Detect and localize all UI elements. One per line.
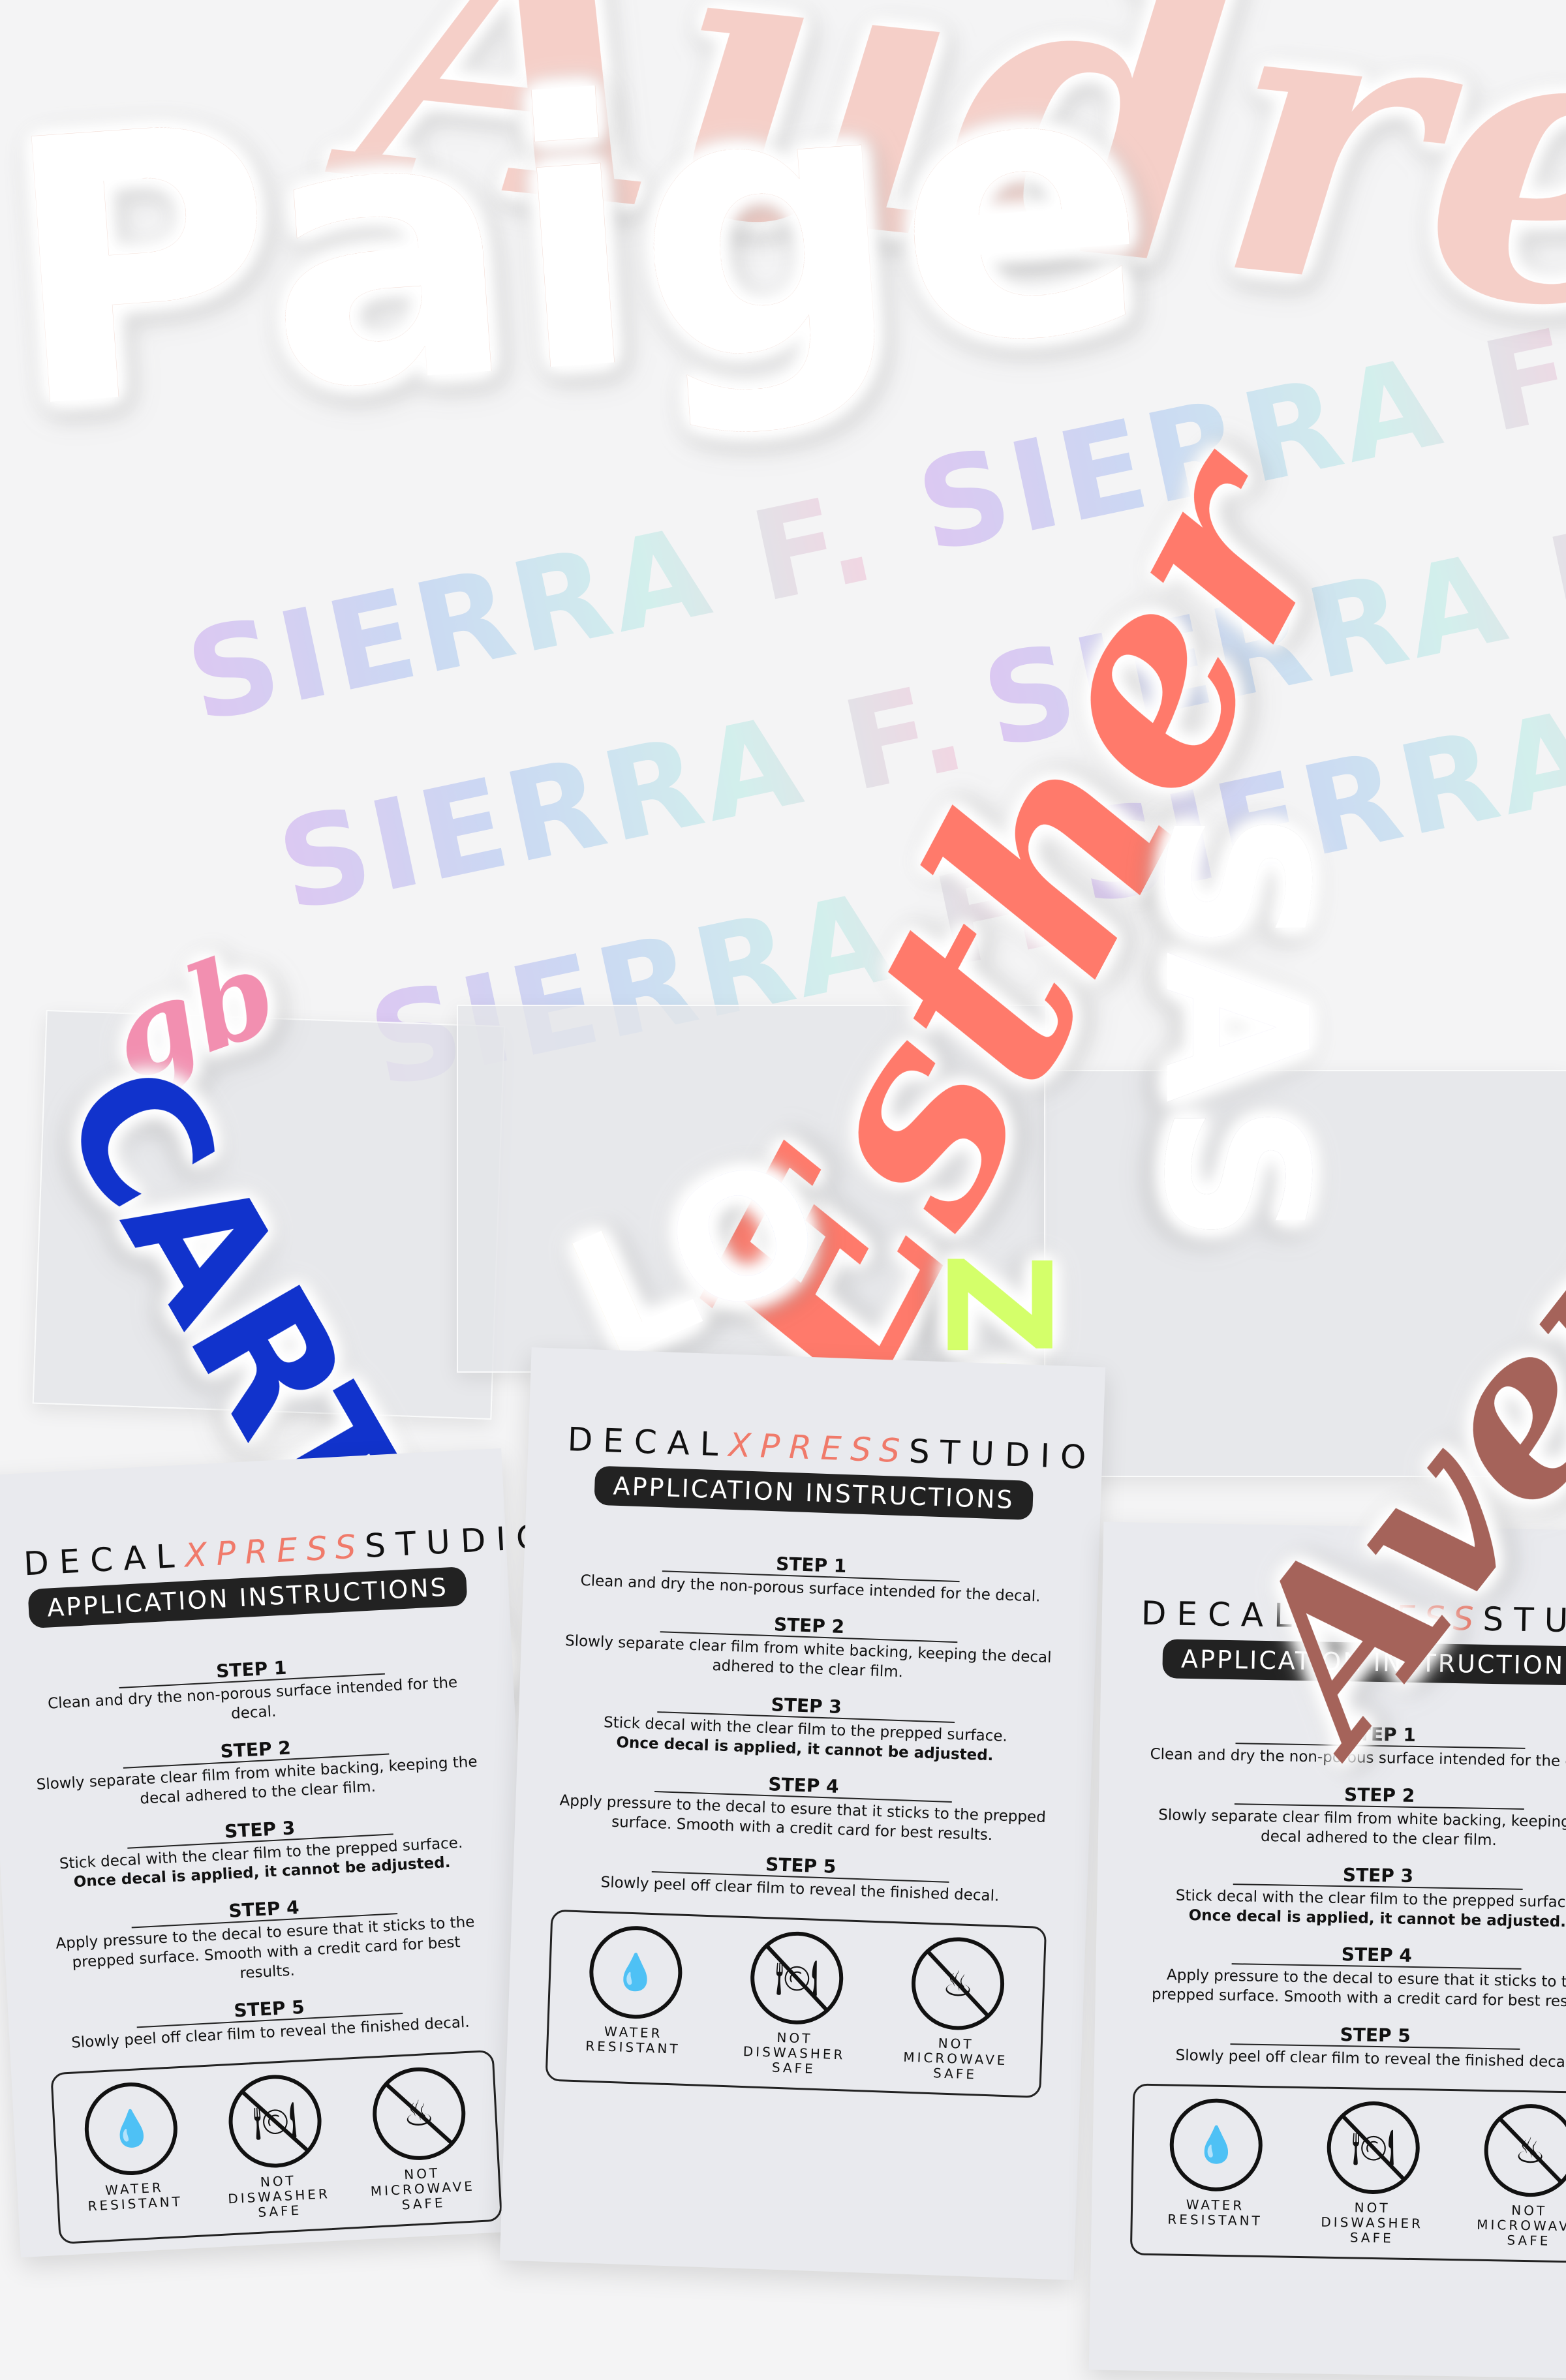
step-text: Slowly separate clear film from white ba… <box>1137 1805 1566 1853</box>
brand-decal: DECAL <box>22 1536 186 1583</box>
steps-list: STEP 1 Clean and dry the non-porous surfa… <box>1133 1720 1566 2074</box>
steps-list: STEP 1 Clean and dry the non-porous surfa… <box>552 1546 1060 1908</box>
step-text: Slowly peel off clear film to reveal the… <box>1133 2046 1566 2074</box>
care-icon-item: 🍽 NOT DISWASHER SAFE <box>714 1929 878 2079</box>
care-icon-label: NOT MICROWAVE SAFE <box>1477 2202 1566 2249</box>
brand-studio: STUDIO <box>908 1432 1098 1477</box>
step-text-body: Apply pressure to the decal to esure tha… <box>55 1914 475 1983</box>
care-icon-item: 🍽 NOT DISWASHER SAFE <box>202 2071 352 2223</box>
care-icon-item: ♨ NOT MICROWAVE SAFE <box>1451 2103 1566 2250</box>
step-heading: STEP 2 <box>1234 1782 1525 1810</box>
care-icons: 💧 WATER RESISTANT 🍽 NOT DISWASHER SAFE ♨ NOT … <box>545 1909 1047 2099</box>
step-text: Clean and dry the non-porous surface int… <box>31 1673 476 1735</box>
step-heading: STEP 5 <box>1230 2022 1520 2051</box>
dishwasher-icon: 🍽 <box>226 2072 324 2170</box>
step-text-body: Clean and dry the non-porous surface int… <box>580 1572 1041 1606</box>
water-drop-icon: 💧 <box>587 1924 684 2021</box>
dishwasher-icon: 🍽 <box>1326 2100 1420 2195</box>
care-icon-item: 💧 WATER RESISTANT <box>1137 2098 1295 2244</box>
step-text: Stick decal with the clear film to the p… <box>1136 1885 1566 1933</box>
care-icon-item: ♨ NOT MICROWAVE SAFE <box>345 2064 495 2215</box>
dishwasher-icon: 🍽 <box>748 1930 845 2026</box>
care-icon-item: 💧 WATER RESISTANT <box>57 2079 207 2230</box>
decal-paige: Paige <box>0 0 1159 491</box>
step-text: Stick decal with the clear film to the p… <box>557 1711 1054 1767</box>
step-text-body: Apply pressure to the decal to esure tha… <box>1151 1966 1566 2011</box>
step-warning: Once decal is applied, it cannot be adju… <box>1188 1906 1566 1930</box>
care-icon-item: 💧 WATER RESISTANT <box>552 1923 716 2073</box>
brand-xpress: XPRESS <box>728 1426 910 1471</box>
instructions-title: APPLICATION INSTRUCTIONS <box>594 1465 1034 1520</box>
step-heading: STEP 4 <box>1231 1942 1522 1970</box>
care-icon-label: NOT DISWASHER SAFE <box>227 2172 331 2220</box>
decal-sas: SAS <box>1120 810 1349 1244</box>
care-icons: 💧 WATER RESISTANT 🍽 NOT DISWASHER SAFE ♨ NOT … <box>1129 2083 1566 2264</box>
step-text: Stick decal with the clear film to the p… <box>39 1833 484 1895</box>
water-drop-icon: 💧 <box>1169 2098 1264 2193</box>
microwave-icon: ♨ <box>910 1936 1006 2032</box>
care-icon-label: WATER RESISTANT <box>585 2023 681 2057</box>
care-icon-item: ♨ NOT MICROWAVE SAFE <box>875 1934 1039 2084</box>
step-text-body: Slowly separate clear film from white ba… <box>564 1632 1052 1681</box>
microwave-icon: ♨ <box>370 2065 468 2163</box>
step-text: Slowly separate clear film from white ba… <box>559 1632 1056 1688</box>
instruction-card-left: DECALXPRESSSTUDIO APPLICATION INSTRUCTIO… <box>0 1448 553 2258</box>
step-text: Apply pressure to the decal to esure tha… <box>1134 1966 1566 2013</box>
step-text-body: Slowly peel off clear film to reveal the… <box>1175 2047 1566 2071</box>
brand-decal: DECAL <box>566 1420 729 1464</box>
care-icon-label: NOT DISWASHER SAFE <box>1321 2199 1424 2246</box>
step-text-body: Apply pressure to the decal to esure tha… <box>559 1792 1047 1844</box>
steps-list: STEP 1 Clean and dry the non-porous surfa… <box>29 1647 493 2055</box>
care-icon-label: WATER RESISTANT <box>1167 2197 1263 2229</box>
care-icon-label: WATER RESISTANT <box>87 2179 183 2214</box>
microwave-icon: ♨ <box>1483 2103 1566 2198</box>
step-heading: STEP 3 <box>1233 1861 1524 1890</box>
step-text: Apply pressure to the decal to esure tha… <box>554 1792 1051 1848</box>
step-text: Apply pressure to the decal to esure tha… <box>43 1912 489 1994</box>
instruction-card-center: DECALXPRESSSTUDIO APPLICATION INSTRUCTIO… <box>499 1347 1106 2280</box>
brand-xpress: XPRESS <box>183 1527 366 1575</box>
water-drop-icon: 💧 <box>82 2080 180 2178</box>
care-icon-label: NOT MICROWAVE SAFE <box>902 2035 1008 2082</box>
care-icons: 💧 WATER RESISTANT 🍽 NOT DISWASHER SAFE ♨ NOT … <box>50 2049 503 2244</box>
step-text-body: Slowly separate clear film from white ba… <box>1158 1807 1566 1849</box>
care-icon-item: 🍽 NOT DISWASHER SAFE <box>1294 2100 1452 2247</box>
care-icon-label: NOT DISWASHER SAFE <box>743 2029 846 2077</box>
step-text: Slowly separate clear film from white ba… <box>35 1752 480 1814</box>
care-icon-label: NOT MICROWAVE SAFE <box>370 2165 476 2213</box>
